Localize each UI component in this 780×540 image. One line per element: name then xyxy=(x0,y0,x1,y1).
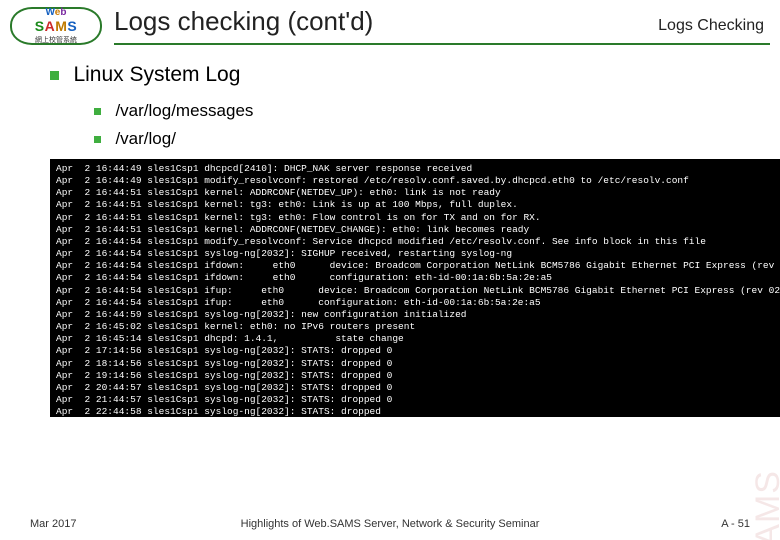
footer-page: A - 51 xyxy=(630,518,750,530)
bullet-level2-text: /var/log/messages xyxy=(115,101,253,120)
bullet-level1-text: Linux System Log xyxy=(73,63,240,86)
footer-date: Mar 2017 xyxy=(30,518,150,530)
title-bar: Logs checking (cont'd) Logs Checking xyxy=(114,6,770,45)
logo-main-text: SAMS xyxy=(35,18,77,34)
footer-title: Highlights of Web.SAMS Server, Network &… xyxy=(150,518,630,530)
slide-title: Logs checking (cont'd) xyxy=(114,6,373,37)
bullet-level2: /var/log/ xyxy=(94,129,750,149)
slide-body: Linux System Log /var/log/messages /var/… xyxy=(0,45,780,417)
bullet-icon xyxy=(94,108,101,115)
bullet-level2-text: /var/log/ xyxy=(115,129,175,148)
bullet-level1: Linux System Log xyxy=(50,63,750,87)
bullet-icon xyxy=(50,71,59,80)
terminal-output: Apr 2 16:44:49 sles1Csp1 dhcpcd[2410]: D… xyxy=(50,159,780,417)
bullet-level2: /var/log/messages xyxy=(94,101,750,121)
logo-subtext: 網上校管系統 xyxy=(35,35,77,45)
bullet-icon xyxy=(94,136,101,143)
section-label: Logs Checking xyxy=(658,17,764,35)
logo-frame: Web SAMS 網上校管系統 xyxy=(10,7,102,45)
slide-footer: Mar 2017 Highlights of Web.SAMS Server, … xyxy=(0,518,780,530)
slide-header: Web SAMS 網上校管系統 Logs checking (cont'd) L… xyxy=(0,0,780,45)
websams-logo: Web SAMS 網上校管系統 xyxy=(10,7,102,45)
logo-top-text: Web xyxy=(46,7,67,18)
slide: Web SAMS 網上校管系統 Logs checking (cont'd) L… xyxy=(0,0,780,540)
